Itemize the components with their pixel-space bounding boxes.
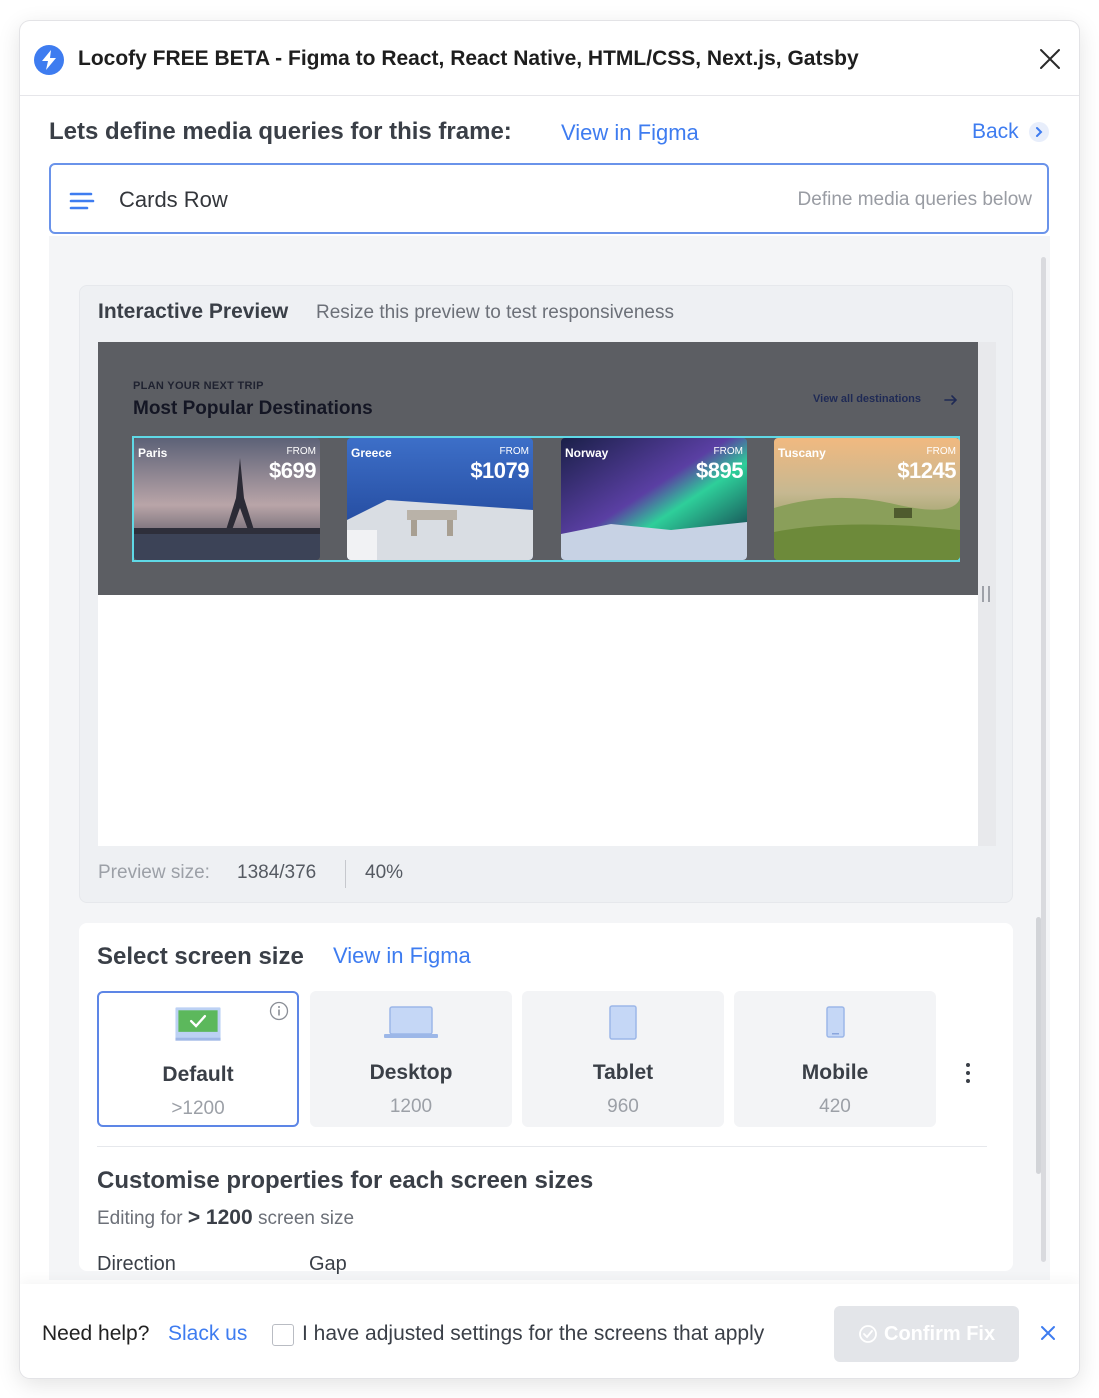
view-all-destinations-link[interactable]: View all destinations bbox=[813, 393, 921, 405]
card-city: Paris bbox=[138, 446, 168, 460]
scrollbar[interactable] bbox=[1041, 257, 1048, 1262]
adjusted-settings-checkbox[interactable] bbox=[272, 1324, 294, 1346]
info-icon[interactable] bbox=[269, 1001, 289, 1026]
screen-tile-label: Desktop bbox=[369, 1061, 453, 1084]
window-title: Locofy FREE BETA - Figma to React, React… bbox=[78, 47, 859, 70]
interactive-preview-card: Interactive Preview Resize this preview … bbox=[79, 285, 1013, 903]
preview-heading: Interactive Preview bbox=[98, 300, 289, 323]
laptop-icon bbox=[310, 1005, 512, 1041]
property-direction-label: Direction bbox=[97, 1253, 176, 1275]
card-from-label: FROM bbox=[286, 446, 316, 457]
card-price: $1245 bbox=[897, 458, 956, 483]
screen-tile-value: >1200 bbox=[171, 1098, 225, 1119]
arrow-right-icon bbox=[944, 393, 958, 411]
preview-title: Most Popular Destinations bbox=[133, 398, 373, 419]
card-price: $895 bbox=[696, 458, 743, 483]
destination-card-norway[interactable]: Norway FROM $895 bbox=[561, 438, 747, 560]
tablet-icon bbox=[522, 1005, 724, 1041]
scrollbar-thumb[interactable] bbox=[1041, 257, 1046, 1262]
view-in-figma-link[interactable]: View in Figma bbox=[561, 120, 699, 146]
frame-hint: Define media queries below bbox=[797, 189, 1032, 210]
preview-zoom: 40% bbox=[365, 862, 404, 883]
card-from-label: FROM bbox=[499, 446, 529, 457]
divider bbox=[345, 860, 346, 888]
screen-size-title: Select screen size bbox=[97, 943, 304, 970]
slack-us-link[interactable]: Slack us bbox=[168, 1322, 247, 1346]
preview-section: PLAN YOUR NEXT TRIP Most Popular Destina… bbox=[98, 342, 995, 595]
divider bbox=[97, 1146, 987, 1147]
editing-for-text: Editing for > 1200 screen size bbox=[97, 1206, 354, 1230]
destination-card-greece[interactable]: Greece FROM $1079 bbox=[347, 438, 533, 560]
screen-tile-default[interactable]: Default >1200 bbox=[97, 991, 299, 1127]
editing-suffix: screen size bbox=[257, 1208, 355, 1229]
close-icon[interactable] bbox=[1038, 1323, 1058, 1343]
mobile-icon bbox=[734, 1005, 936, 1041]
card-city: Norway bbox=[565, 446, 609, 460]
back-link[interactable]: Back bbox=[972, 120, 1019, 144]
lightning-bolt-icon bbox=[34, 45, 64, 75]
screen-tile-label: Tablet bbox=[592, 1061, 654, 1084]
check-circle-icon bbox=[859, 1325, 877, 1343]
card-city: Greece bbox=[351, 446, 392, 460]
screen-tile-value: 1200 bbox=[389, 1096, 433, 1117]
monitor-check-icon bbox=[99, 1007, 297, 1043]
card-price: $1079 bbox=[470, 458, 529, 483]
confirm-fix-button[interactable]: Confirm Fix bbox=[834, 1306, 1019, 1362]
close-icon[interactable] bbox=[1036, 45, 1064, 73]
resize-handle[interactable] bbox=[978, 342, 996, 846]
footer: Need help? Slack us I have adjusted sett… bbox=[20, 1284, 1079, 1378]
preview-subtitle: Resize this preview to test responsivene… bbox=[316, 302, 674, 323]
menu-lines-icon bbox=[69, 191, 95, 216]
screen-tile-mobile[interactable]: Mobile 420 bbox=[734, 991, 936, 1127]
preview-viewport[interactable]: PLAN YOUR NEXT TRIP Most Popular Destina… bbox=[98, 342, 995, 846]
title-bar: Locofy FREE BETA - Figma to React, React… bbox=[20, 21, 1079, 96]
editing-prefix: Editing for bbox=[97, 1208, 183, 1229]
view-in-figma-link[interactable]: View in Figma bbox=[333, 943, 471, 969]
preview-size-value: 1384/376 bbox=[237, 862, 317, 883]
card-from-label: FROM bbox=[926, 446, 956, 457]
grip-icon bbox=[982, 586, 990, 602]
customise-title: Customise properties for each screen siz… bbox=[97, 1167, 594, 1194]
screen-tile-value: 420 bbox=[819, 1096, 851, 1117]
define-header: Lets define media queries for this frame… bbox=[49, 118, 1059, 148]
screen-tile-label: Mobile bbox=[801, 1061, 869, 1084]
more-vertical-icon[interactable] bbox=[963, 1061, 973, 1085]
screen-tile-label: Default bbox=[162, 1063, 234, 1086]
plugin-window: Locofy FREE BETA - Figma to React, React… bbox=[20, 21, 1079, 1378]
page-title: Lets define media queries for this frame… bbox=[49, 118, 512, 145]
screen-tile-tablet[interactable]: Tablet 960 bbox=[522, 991, 724, 1127]
screen-tile-desktop[interactable]: Desktop 1200 bbox=[310, 991, 512, 1127]
preview-size-row: Preview size: 1384/376 40% bbox=[98, 860, 598, 892]
help-text: Need help? bbox=[42, 1322, 150, 1345]
property-gap-label: Gap bbox=[309, 1253, 347, 1275]
preview-eyebrow: PLAN YOUR NEXT TRIP bbox=[133, 380, 264, 392]
frame-selector[interactable]: Cards Row Define media queries below bbox=[49, 163, 1049, 234]
screen-tile-value: 960 bbox=[607, 1096, 639, 1117]
cards-row: Paris FROM $699 Greece FROM $1079 Norway… bbox=[132, 436, 960, 562]
chevron-right-icon[interactable] bbox=[1029, 122, 1049, 142]
screen-size-card: Select screen size View in Figma Default… bbox=[79, 923, 1013, 1275]
destination-card-tuscany[interactable]: Tuscany FROM $1245 bbox=[774, 438, 960, 560]
card-city: Tuscany bbox=[778, 446, 826, 460]
editing-value: > 1200 bbox=[187, 1206, 253, 1229]
card-price: $699 bbox=[269, 458, 316, 483]
frame-name: Cards Row bbox=[119, 187, 228, 212]
preview-size-label: Preview size: bbox=[98, 862, 210, 883]
checkbox-label[interactable]: I have adjusted settings for the screens… bbox=[302, 1322, 764, 1346]
content-scroll-area[interactable]: Interactive Preview Resize this preview … bbox=[49, 236, 1050, 1280]
destination-card-paris[interactable]: Paris FROM $699 bbox=[134, 438, 320, 560]
confirm-fix-label: Confirm Fix bbox=[884, 1323, 996, 1345]
card-from-label: FROM bbox=[713, 446, 743, 457]
